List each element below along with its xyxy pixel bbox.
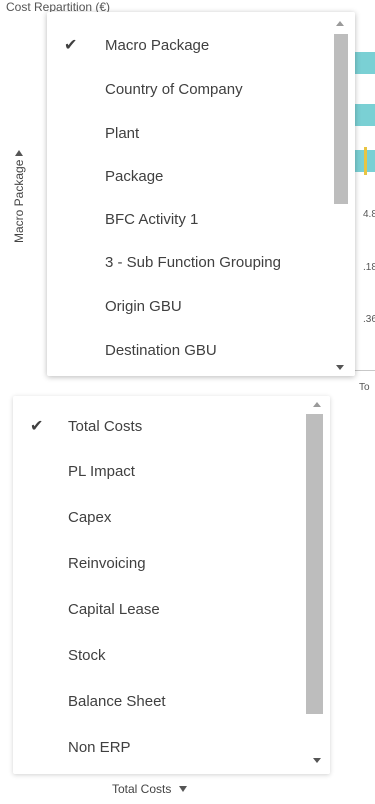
scrollbar-thumb[interactable] [334, 34, 348, 204]
chart-bar-marker [364, 147, 367, 175]
menu-item-stock[interactable]: Stock [13, 633, 313, 677]
menu-item-label: 3 - Sub Function Grouping [105, 253, 281, 271]
scroll-down-icon[interactable] [313, 758, 321, 763]
value-label: .36M [363, 314, 375, 325]
y-axis-label: Macro Package [12, 159, 26, 243]
menu-item-bfc-activity-1[interactable]: BFC Activity 1 [47, 197, 333, 241]
caret-right-icon [15, 149, 23, 156]
menu-item-label: Capital Lease [68, 600, 160, 618]
menu-item-label: Reinvoicing [68, 554, 146, 572]
scroll-up-icon[interactable] [336, 21, 344, 26]
menu-item-plant[interactable]: Plant [47, 111, 333, 155]
menu-item-capex[interactable]: Capex [13, 495, 313, 539]
menu-item-country-of-company[interactable]: Country of Company [47, 67, 333, 111]
menu-item-origin-gbu[interactable]: Origin GBU [47, 284, 333, 328]
caret-down-icon [179, 786, 188, 792]
menu-item-reinvoicing[interactable]: Reinvoicing [13, 541, 313, 585]
menu-item-label: Package [105, 167, 164, 185]
menu-item-package[interactable]: Package [47, 154, 333, 198]
value-label: .18M [363, 262, 375, 273]
check-icon: ✔ [30, 418, 44, 435]
menu-item-label: Total Costs [68, 417, 143, 435]
value-label: 4.8( [363, 209, 375, 220]
menu-item-label: Capex [68, 508, 112, 526]
menu-item-label: Non ERP [68, 738, 131, 756]
scroll-up-icon[interactable] [313, 402, 321, 407]
menu-item-total-costs[interactable]: ✔ Total Costs [13, 404, 313, 448]
menu-item-pl-impact[interactable]: PL Impact [13, 449, 313, 493]
menu-item-macro-package[interactable]: ✔ Macro Package [47, 23, 333, 67]
menu-item-label: Origin GBU [105, 297, 182, 315]
x-axis-label: To [359, 382, 370, 393]
menu-item-label: PL Impact [68, 462, 135, 480]
measure-menu: ✔ Total Costs PL Impact Capex Reinvoicin… [13, 396, 330, 774]
menu-item-balance-sheet[interactable]: Balance Sheet [13, 679, 313, 723]
menu-item-non-erp[interactable]: Non ERP [13, 725, 313, 769]
menu-item-capital-lease[interactable]: Capital Lease [13, 587, 313, 631]
menu-item-sub-function-grouping[interactable]: 3 - Sub Function Grouping [47, 240, 333, 284]
menu-item-label: Country of Company [105, 80, 243, 98]
y-axis-selector[interactable]: Macro Package [11, 149, 27, 243]
dimension-menu: ✔ Macro Package Country of Company Plant… [47, 12, 355, 376]
menu-item-label: Balance Sheet [68, 692, 166, 710]
menu-item-destination-gbu[interactable]: Destination GBU [47, 328, 333, 372]
measure-selector[interactable]: Total Costs [112, 782, 188, 796]
scrollbar-thumb[interactable] [306, 414, 323, 714]
stage: Cost Repartition (€) Macro Package 4.8( … [0, 0, 375, 804]
menu-item-label: Plant [105, 124, 140, 142]
scroll-down-icon[interactable] [336, 365, 344, 370]
check-icon: ✔ [64, 37, 78, 54]
menu-item-label: Macro Package [105, 36, 210, 54]
menu-item-label: Stock [68, 646, 106, 664]
menu-item-label: Destination GBU [105, 341, 217, 359]
measure-selector-label: Total Costs [112, 782, 172, 796]
menu-item-label: BFC Activity 1 [105, 210, 199, 228]
